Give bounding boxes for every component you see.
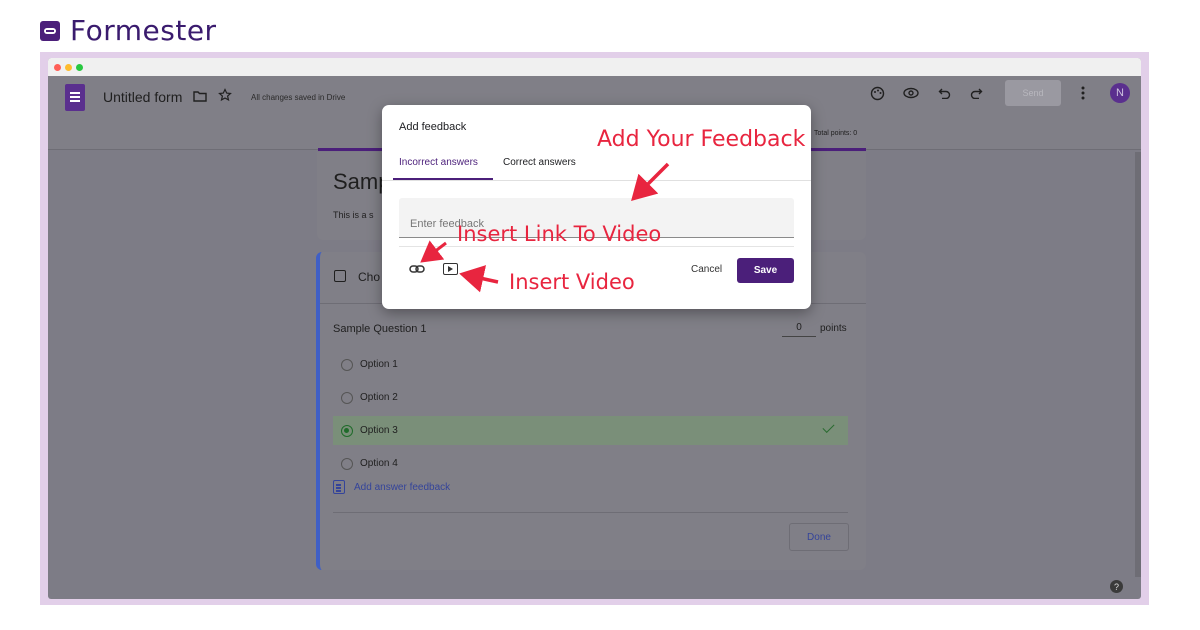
help-icon[interactable]: ? [1110,580,1123,593]
tab-correct-answers[interactable]: Correct answers [503,157,576,168]
insert-video-icon[interactable] [443,263,458,275]
preview-eye-icon[interactable] [903,87,919,99]
option-label: Option 3 [360,425,398,436]
form-title[interactable]: Untitled form [103,89,182,105]
points-input[interactable]: 0 [782,322,816,337]
radio-icon[interactable] [341,391,353,404]
formester-logo-icon [40,20,60,41]
page-scrollbar[interactable] [1135,152,1141,577]
option-3-correct[interactable]: Option 3 [333,416,848,445]
folder-icon[interactable] [193,90,207,102]
cancel-button[interactable]: Cancel [691,264,722,275]
dialog-title: Add feedback [399,121,467,133]
question-text: Sample Question 1 [333,323,427,335]
option-label: Option 4 [360,458,398,469]
option-4[interactable]: Option 4 [333,449,848,478]
tab-incorrect-answers[interactable]: Incorrect answers [399,157,478,168]
forms-doc-icon[interactable] [65,84,85,111]
annotation-add-feedback: Add Your Feedback [597,127,806,152]
radio-icon[interactable] [341,457,353,470]
close-window-dot[interactable] [54,63,61,71]
option-label: Option 2 [360,392,398,403]
star-icon[interactable] [218,88,232,102]
radio-icon[interactable] [341,358,353,371]
annotation-insert-video: Insert Video [509,270,635,294]
redo-icon[interactable] [970,87,983,99]
brand-name: Formester [70,14,217,47]
form-description[interactable]: This is a s [333,210,374,220]
window-titlebar [48,58,1141,76]
question-type-label: Cho [358,270,381,284]
palette-icon[interactable] [870,86,885,101]
maximize-window-dot[interactable] [76,63,83,71]
option-2[interactable]: Option 2 [333,383,848,412]
brand-header: Formester [40,14,217,47]
checkbox-type-icon [334,270,346,282]
option-1[interactable]: Option 1 [333,350,848,379]
more-vert-icon[interactable] [1081,86,1085,100]
save-status: All changes saved in Drive [251,93,346,102]
radio-selected-icon[interactable] [341,424,353,437]
add-feedback-label: Add answer feedback [354,481,451,493]
dialog-divider [382,180,811,181]
dialog-footer-divider [399,246,794,247]
save-button[interactable]: Save [737,258,794,283]
question-divider [333,512,848,513]
undo-icon[interactable] [938,87,951,99]
avatar[interactable]: N [1110,83,1130,103]
feedback-clipboard-icon [333,480,345,494]
insert-link-icon[interactable] [409,263,425,275]
minimize-window-dot[interactable] [65,63,72,71]
points-label: points [820,323,847,334]
add-answer-feedback-link[interactable]: Add answer feedback [333,480,450,494]
send-button[interactable]: Send [1005,80,1061,106]
done-button[interactable]: Done [789,523,849,551]
total-points: Total points: 0 [814,130,858,137]
correct-check-icon [822,420,835,434]
annotation-insert-link: Insert Link To Video [457,222,662,246]
option-label: Option 1 [360,359,398,370]
